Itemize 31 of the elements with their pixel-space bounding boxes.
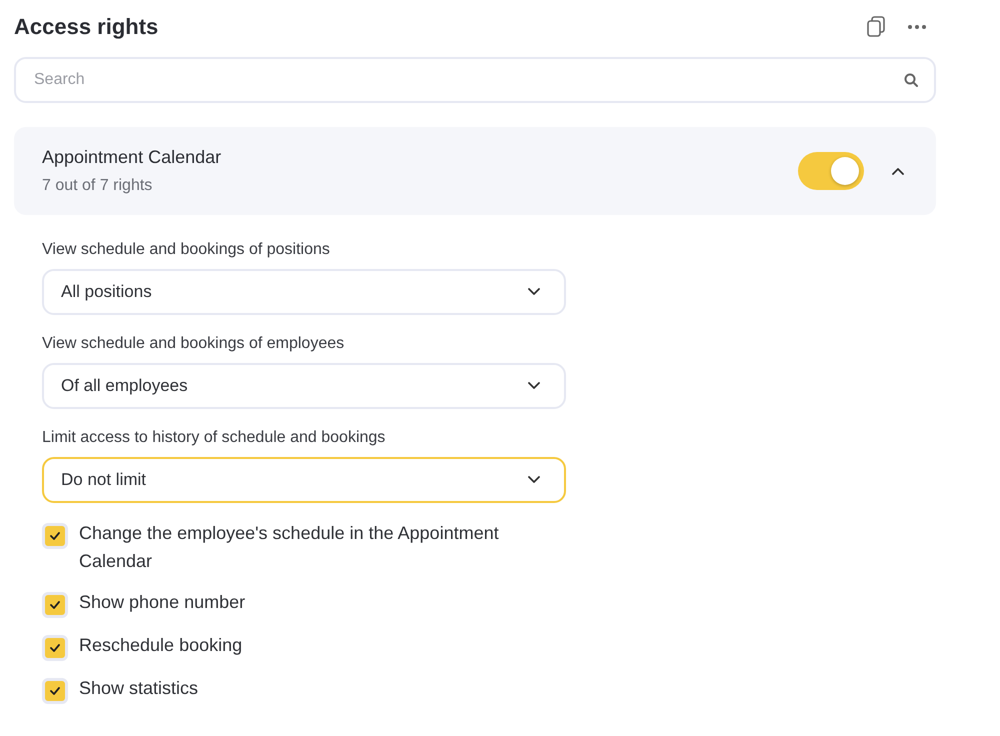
section-title: Appointment Calendar	[42, 147, 222, 168]
dropdown[interactable]: Of all employees	[42, 363, 566, 409]
check-icon	[50, 532, 60, 540]
check-icon	[50, 687, 60, 695]
check-icon	[50, 601, 60, 609]
checkbox[interactable]	[42, 592, 68, 618]
checkbox-label: Show statistics	[79, 677, 198, 700]
checkbox[interactable]	[42, 678, 68, 704]
checkbox[interactable]	[42, 523, 68, 549]
search-field[interactable]: Search	[14, 57, 936, 103]
dropdown[interactable]: All positions	[42, 269, 566, 315]
checkbox[interactable]	[42, 635, 68, 661]
page-title: Access rights	[14, 14, 158, 40]
more-icon[interactable]	[908, 25, 926, 29]
section-header[interactable]: Appointment Calendar 7 out of 7 rights	[14, 127, 936, 215]
search-icon	[904, 73, 918, 87]
rights-count: 7 out of 7 rights	[42, 177, 154, 195]
chevron-icon	[528, 382, 540, 390]
field-label: View schedule and bookings of employees	[42, 335, 346, 353]
check-icon	[50, 644, 60, 652]
checkbox-label: Reschedule booking	[79, 634, 242, 657]
chevron-icon	[892, 167, 904, 175]
checkbox-label: Show phone number	[79, 591, 246, 614]
copy-icon[interactable]	[866, 16, 886, 38]
field-label: Limit access to history of schedule and bookings	[42, 429, 386, 447]
chevron-icon	[528, 288, 540, 296]
dropdown[interactable]: Do not limit	[42, 457, 566, 503]
toggle-switch[interactable]	[798, 152, 864, 190]
chevron-icon	[528, 476, 540, 484]
field-label: View schedule and bookings of positions	[42, 241, 331, 259]
checkbox-label: Change the employee's schedule in the Appointment Calendar	[79, 522, 500, 573]
